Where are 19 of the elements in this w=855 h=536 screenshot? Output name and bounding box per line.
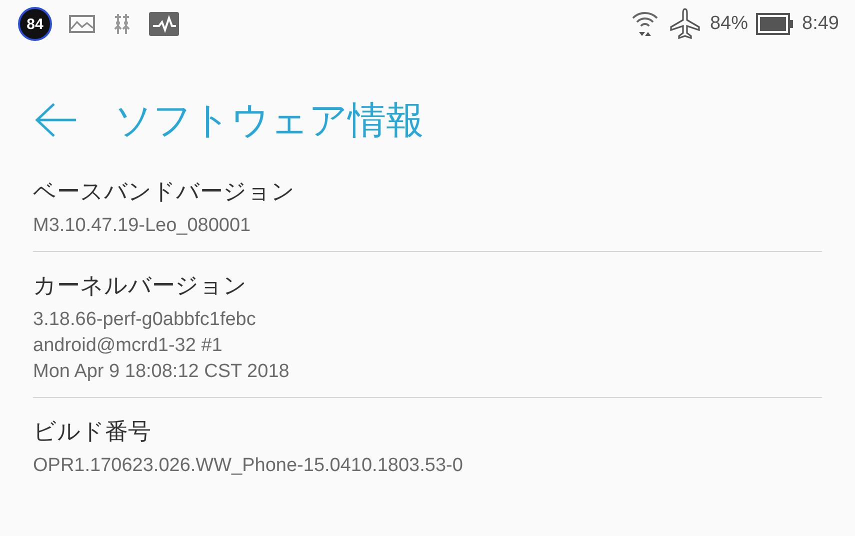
back-arrow-icon[interactable] (34, 102, 78, 138)
setting-value: M3.10.47.19-Leo_080001 (33, 214, 252, 238)
battery-icon (756, 13, 794, 35)
page-title: ソフトウェア情報 (114, 96, 424, 144)
battery-percent: 84% (710, 13, 748, 35)
pulse-icon (148, 11, 180, 37)
setting-label: カーネルバージョン (33, 272, 248, 301)
image-icon (68, 13, 96, 35)
setting-value: Mon Apr 9 18:08:12 CST 2018 (33, 360, 290, 384)
usb-debug-icon (112, 12, 132, 36)
setting-label: ベースバンドバージョン (33, 178, 296, 207)
wifi-icon (630, 9, 660, 39)
notification-badge: 84 (18, 7, 52, 41)
setting-value: OPR1.170623.026.WW_Phone-15.0410.1803.53-0 (33, 454, 464, 478)
clock: 8:49 (802, 13, 839, 35)
setting-value: 3.18.66-perf-g0abbfc1febc (33, 308, 257, 332)
setting-label: ビルド番号 (33, 418, 152, 447)
airplane-icon (668, 7, 702, 41)
setting-value: android@mcrd1-32 #1 (33, 334, 224, 358)
